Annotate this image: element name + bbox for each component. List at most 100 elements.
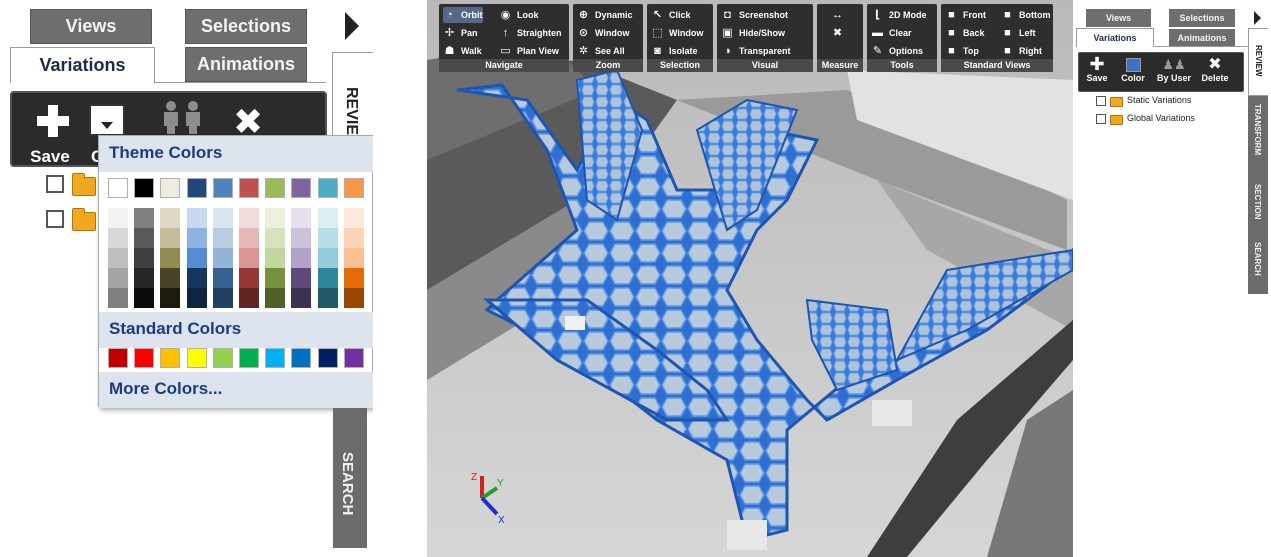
theme-shade-swatch[interactable] — [212, 268, 233, 288]
front-button[interactable]: ■ Front — [945, 7, 986, 23]
theme-shade-swatch[interactable] — [186, 208, 207, 228]
screenshot-button[interactable]: ◘ Screenshot — [721, 7, 788, 23]
theme-shade-swatch[interactable] — [343, 208, 364, 228]
standard-color-swatch[interactable] — [317, 348, 338, 368]
right-button[interactable]: ■ Right — [1001, 43, 1042, 59]
theme-shade-swatch[interactable] — [291, 208, 312, 228]
more-colors-link[interactable]: More Colors... — [99, 372, 373, 408]
theme-shade-swatch[interactable] — [265, 208, 286, 228]
theme-shade-swatch[interactable] — [239, 288, 259, 308]
theme-shade-swatch[interactable] — [212, 228, 233, 248]
theme-shade-swatch[interactable] — [291, 288, 312, 308]
theme-shade-swatch[interactable] — [317, 268, 338, 288]
theme-shade-swatch[interactable] — [160, 248, 181, 268]
theme-color-swatch[interactable] — [239, 178, 259, 198]
theme-shade-swatch[interactable] — [186, 288, 207, 308]
theme-shade-swatch[interactable] — [160, 288, 181, 308]
theme-shade-swatch[interactable] — [343, 268, 364, 288]
theme-shade-swatch[interactable] — [212, 248, 233, 268]
theme-shade-swatch[interactable] — [108, 288, 128, 308]
theme-color-swatch[interactable] — [134, 178, 155, 198]
measure-button[interactable]: ↔ — [831, 7, 849, 23]
color-swatch-icon[interactable] — [89, 104, 125, 136]
tab-animations[interactable]: Animations — [1169, 29, 1235, 47]
by-user-icon[interactable] — [160, 100, 204, 134]
theme-shade-swatch[interactable] — [212, 208, 233, 228]
theme-shade-swatch[interactable] — [239, 268, 259, 288]
window-button[interactable]: ⬚ Window — [651, 25, 703, 41]
standard-color-swatch[interactable] — [186, 348, 207, 368]
expand-arrow-icon[interactable] — [345, 12, 359, 40]
tab-transform-vertical[interactable]: TRANSFORM — [1248, 96, 1268, 174]
transparent-button[interactable]: ◑ Transparent — [721, 43, 790, 59]
theme-shade-swatch[interactable] — [317, 228, 338, 248]
theme-shade-swatch[interactable] — [108, 208, 128, 228]
tab-views[interactable]: Views — [1086, 9, 1151, 27]
standard-color-swatch[interactable] — [265, 348, 286, 368]
click-button[interactable]: ↖ Click — [651, 7, 691, 23]
theme-color-swatch[interactable] — [265, 178, 286, 198]
theme-shade-swatch[interactable] — [239, 228, 259, 248]
left-button[interactable]: ■ Left — [1001, 25, 1035, 41]
3d-viewport[interactable]: ◔ Orbit ◉ Look ✢ Pan ↑ Straighten ☗ Walk ▭ Plan Vie… — [427, 0, 1073, 557]
theme-shade-swatch[interactable] — [239, 248, 259, 268]
look-button[interactable]: ◉ Look — [499, 7, 539, 23]
theme-shade-swatch[interactable] — [134, 288, 155, 308]
tab-search-vertical[interactable]: SEARCH — [1248, 234, 1268, 294]
2d-mode-button[interactable]: ⌊ 2D Mode — [871, 7, 927, 23]
straighten-button[interactable]: ↑ Straighten — [499, 25, 562, 41]
expand-arrow-icon[interactable] — [1254, 11, 1261, 25]
bottom-button[interactable]: ■ Bottom — [1001, 7, 1050, 23]
theme-shade-swatch[interactable] — [160, 208, 181, 228]
theme-shade-swatch[interactable] — [265, 228, 286, 248]
tab-animations[interactable]: Animations — [185, 47, 307, 82]
3d-model-scene[interactable] — [427, 0, 1073, 557]
delete-button[interactable]: ✖ Delete — [1197, 56, 1233, 83]
theme-shade-swatch[interactable] — [239, 208, 259, 228]
theme-shade-swatch[interactable] — [134, 208, 155, 228]
color-button[interactable]: Color — [1120, 56, 1146, 83]
theme-color-swatch[interactable] — [317, 178, 338, 198]
top-button[interactable]: ■ Top — [945, 43, 979, 59]
window-button[interactable]: ⊙ Window — [577, 25, 630, 41]
theme-shade-swatch[interactable] — [317, 248, 338, 268]
walk-button[interactable]: ☗ Walk — [443, 43, 482, 59]
tab-variations[interactable]: Variations — [1076, 28, 1154, 47]
checkbox[interactable] — [46, 175, 64, 193]
standard-color-swatch[interactable] — [239, 348, 259, 368]
theme-shade-swatch[interactable] — [343, 288, 364, 308]
standard-color-swatch[interactable] — [212, 348, 233, 368]
isolate-button[interactable]: ◙ Isolate — [651, 43, 697, 59]
theme-color-swatch[interactable] — [108, 178, 128, 198]
theme-shade-swatch[interactable] — [186, 268, 207, 288]
tab-views[interactable]: Views — [30, 9, 152, 44]
checkbox[interactable] — [1096, 114, 1106, 124]
checkbox[interactable] — [1096, 96, 1106, 106]
plan-view-button[interactable]: ▭ Plan View — [499, 43, 559, 59]
theme-shade-swatch[interactable] — [291, 228, 312, 248]
theme-shade-swatch[interactable] — [343, 228, 364, 248]
theme-color-swatch[interactable] — [160, 178, 181, 198]
theme-shade-swatch[interactable] — [186, 248, 207, 268]
options-button[interactable]: ✎ Options — [871, 43, 923, 59]
standard-color-swatch[interactable] — [160, 348, 181, 368]
tab-variations[interactable]: Variations — [10, 47, 155, 83]
standard-color-swatch[interactable] — [343, 348, 364, 368]
theme-shade-swatch[interactable] — [108, 228, 128, 248]
theme-shade-swatch[interactable] — [265, 268, 286, 288]
dynamic-button[interactable]: ⊕ Dynamic — [577, 7, 633, 23]
pan-button[interactable]: ✢ Pan — [443, 25, 478, 41]
theme-shade-swatch[interactable] — [317, 208, 338, 228]
standard-color-swatch[interactable] — [291, 348, 312, 368]
theme-shade-swatch[interactable] — [265, 248, 286, 268]
tab-review-vertical[interactable]: REVIEW — [1248, 28, 1268, 96]
theme-shade-swatch[interactable] — [186, 228, 207, 248]
theme-shade-swatch[interactable] — [160, 268, 181, 288]
theme-color-swatch[interactable] — [343, 178, 364, 198]
see-all-button[interactable]: ✲ See All — [577, 43, 625, 59]
save-button[interactable]: Save — [20, 101, 80, 166]
tab-selections[interactable]: Selections — [185, 9, 307, 44]
theme-color-swatch[interactable] — [212, 178, 233, 198]
theme-shade-swatch[interactable] — [160, 228, 181, 248]
theme-color-swatch[interactable] — [291, 178, 312, 198]
